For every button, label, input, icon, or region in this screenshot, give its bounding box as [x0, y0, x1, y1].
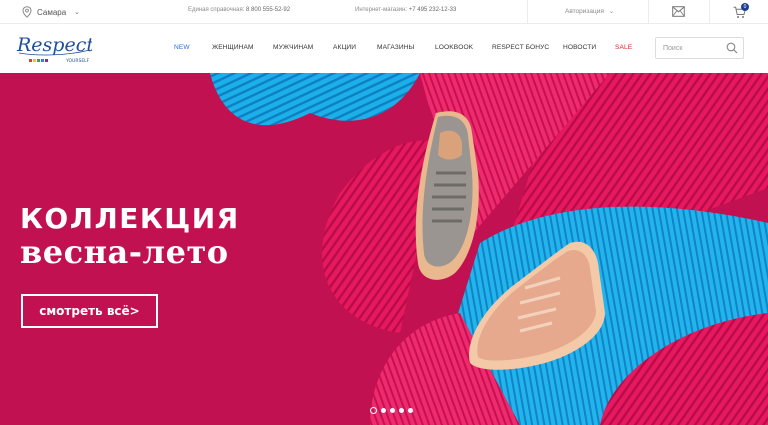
chevron-down-icon: ⌄ [74, 9, 81, 16]
shop-label: Интернет-магазин: [355, 7, 408, 13]
top-bar: Самара ⌄ Единая справочная: 8 800 555-52… [0, 0, 768, 24]
nav-item-news[interactable]: НОВОСТИ [563, 44, 596, 51]
shop-phone[interactable]: +7 495 232-12-33 [409, 7, 457, 13]
blue-fan-top [210, 73, 420, 126]
search-icon[interactable] [726, 42, 738, 54]
carousel-dot-4[interactable] [399, 407, 404, 413]
auth-link[interactable]: Авторизация ⌄ [565, 7, 614, 15]
nav-item-new[interactable]: NEW [174, 44, 190, 51]
view-all-button[interactable]: смотреть всё> [21, 294, 158, 328]
nav-item-promotions[interactable]: АКЦИИ [333, 44, 356, 51]
svg-text:Respect: Respect [16, 34, 92, 56]
auth-label: Авторизация [565, 8, 604, 15]
carousel-dots [370, 406, 413, 414]
search-input[interactable] [663, 43, 723, 54]
helpline-label: Единая справочная: [188, 7, 245, 13]
grey-sneaker [415, 111, 479, 280]
nav-item-stores[interactable]: МАГАЗИНЫ [377, 44, 414, 51]
carousel-dot-1[interactable] [370, 406, 377, 414]
nav-item-sale[interactable]: SALE [615, 44, 632, 51]
main-header: Respect YOURSELF NEW ЖЕНЩИНАМ МУЖЧИНАМ А… [0, 24, 768, 73]
helpline-phone[interactable]: 8 800 555-52-92 [246, 7, 290, 13]
carousel-dot-2[interactable] [381, 407, 386, 413]
carousel-dot-5[interactable] [408, 407, 413, 413]
nav-item-respect-bonus[interactable]: RESPECT БОНУС [492, 44, 549, 51]
city-name: Самара [37, 7, 67, 17]
divider [709, 0, 710, 24]
search-box[interactable] [655, 37, 744, 59]
city-selector[interactable]: Самара ⌄ [22, 5, 80, 19]
hero-title-line1: КОЛЛЕКЦИЯ [20, 202, 240, 235]
hero-title-line2: весна-лето [20, 233, 229, 271]
mail-icon[interactable] [672, 6, 685, 17]
carousel-dot-3[interactable] [390, 407, 395, 413]
svg-text:YOURSELF: YOURSELF [65, 58, 90, 64]
cart-count-badge: 0 [741, 3, 749, 11]
divider [648, 0, 649, 24]
map-pin-icon [22, 6, 32, 18]
hero-banner[interactable]: КОЛЛЕКЦИЯ весна-лето смотреть всё> [0, 73, 768, 425]
divider [527, 0, 528, 24]
brand-logo[interactable]: Respect YOURSELF [16, 30, 92, 66]
shop-info: Интернет-магазин: +7 495 232-12-33 [355, 7, 456, 13]
nav-item-men[interactable]: МУЖЧИНАМ [273, 44, 313, 51]
nav-item-lookbook[interactable]: LOOKBOOK [435, 44, 473, 51]
helpline-info: Единая справочная: 8 800 555-52-92 [188, 7, 290, 13]
chevron-down-icon: ⌄ [608, 8, 615, 15]
nav-item-women[interactable]: ЖЕНЩИНАМ [212, 44, 254, 51]
